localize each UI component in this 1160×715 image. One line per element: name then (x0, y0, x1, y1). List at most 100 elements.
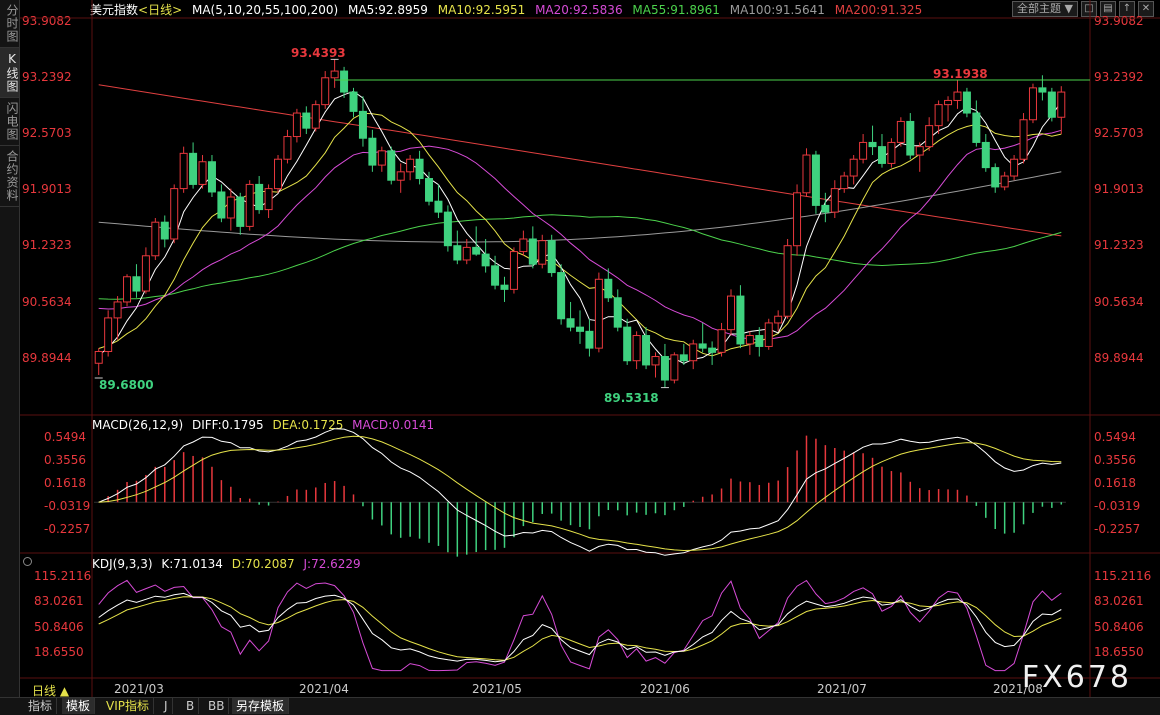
candle-body (217, 191, 226, 219)
date-tick: 2021/06 (640, 682, 690, 696)
candle-body (934, 104, 943, 127)
candle-body (207, 161, 216, 193)
candle-body (1047, 91, 1056, 118)
candle-body (198, 161, 207, 185)
candle-body (179, 152, 188, 190)
candle-body (151, 221, 160, 257)
candle-body (283, 136, 292, 160)
tab-b[interactable]: B (182, 698, 200, 714)
candle-body (717, 329, 726, 353)
tab-templates[interactable]: 模板 (62, 698, 96, 714)
bottom-tabbar: 指标 模板 VIP指标 J B BB 另存模板 (0, 697, 1160, 715)
candle-body (321, 77, 330, 106)
tab-indicators[interactable]: 指标 (24, 698, 58, 714)
candle-body (726, 295, 735, 331)
candle-body (528, 238, 537, 265)
candle-body (689, 343, 698, 362)
candle-body (170, 188, 179, 240)
candle-body (434, 200, 443, 213)
candle-body (755, 335, 764, 347)
candle-body (368, 137, 377, 166)
candle-body (519, 238, 528, 253)
candle-body (642, 335, 651, 366)
candle-body (868, 141, 877, 148)
candle-body (330, 70, 339, 79)
watermark-logo: FX678 (1021, 660, 1132, 695)
tab-j[interactable]: J (160, 698, 173, 714)
date-tick: 2021/07 (817, 682, 867, 696)
candle-body (585, 330, 594, 349)
candle-body (1057, 91, 1066, 118)
candle-body (104, 317, 113, 352)
candle-body (896, 120, 905, 143)
candle-body (453, 245, 462, 261)
candle-body (160, 221, 169, 240)
candle-body (377, 150, 386, 166)
candle-body (245, 183, 254, 227)
candle-body (255, 183, 264, 211)
candle-body (830, 188, 839, 213)
candle-body (811, 154, 820, 206)
candle-body (425, 178, 434, 202)
candle-body (509, 251, 518, 290)
candle-body (698, 343, 707, 349)
tab-vip-indicators[interactable]: VIP指标 (102, 698, 154, 714)
candle-body (887, 141, 896, 164)
candle-body (623, 326, 632, 362)
macd-dea-line (98, 435, 1062, 552)
candle-body (123, 276, 132, 303)
candle-body (708, 347, 717, 353)
candle-body (632, 335, 641, 362)
candle-body (1019, 119, 1028, 160)
candle-body (1028, 87, 1037, 121)
candle-body (849, 158, 858, 177)
candle-body (1038, 87, 1047, 93)
candle-body (226, 196, 235, 219)
candle-body (406, 158, 415, 173)
candle-body (576, 326, 584, 332)
candle-body (906, 120, 915, 156)
candle-body (802, 154, 811, 194)
candle-body (1000, 175, 1009, 188)
candle-body (566, 318, 575, 328)
candle-body (962, 91, 971, 114)
candle-body (651, 356, 660, 366)
candle-body (311, 104, 320, 129)
tab-save-template[interactable]: 另存模板 (232, 698, 290, 714)
candle-body (981, 141, 990, 169)
tab-bb[interactable]: BB (204, 698, 230, 714)
candle-body (679, 354, 688, 362)
candle-body (264, 188, 273, 211)
candle-body (491, 265, 500, 286)
candle-body (547, 240, 556, 274)
candle-body (877, 146, 886, 164)
macd-panel (94, 428, 1066, 557)
macd-diff-line (98, 428, 1062, 556)
candle-body (774, 315, 783, 324)
candle-body (358, 110, 367, 139)
candle-body (793, 192, 802, 247)
kdj-k-line (98, 592, 1062, 663)
candle-body (292, 112, 301, 138)
candle-body (236, 196, 245, 227)
candle-body (925, 125, 934, 148)
candle-body (141, 255, 150, 292)
kline-chart[interactable] (0, 0, 1160, 714)
candle-body (462, 246, 471, 261)
candle-body (340, 70, 349, 93)
candle-body (840, 175, 849, 190)
kdj-j-line (98, 579, 1062, 672)
candle-body (859, 141, 868, 160)
candles (94, 59, 1066, 388)
date-tick: 2021/04 (299, 682, 349, 696)
candle-body (302, 112, 311, 129)
candle-body (500, 284, 509, 290)
low-label-2: 89.5318 (604, 391, 659, 405)
candle-body (736, 295, 745, 345)
candle-body (670, 354, 679, 381)
kdj-panel (98, 579, 1062, 672)
candle-body (396, 171, 405, 181)
date-tick: 2021/03 (114, 682, 164, 696)
candle-body (660, 356, 669, 381)
candle-body (953, 91, 962, 101)
